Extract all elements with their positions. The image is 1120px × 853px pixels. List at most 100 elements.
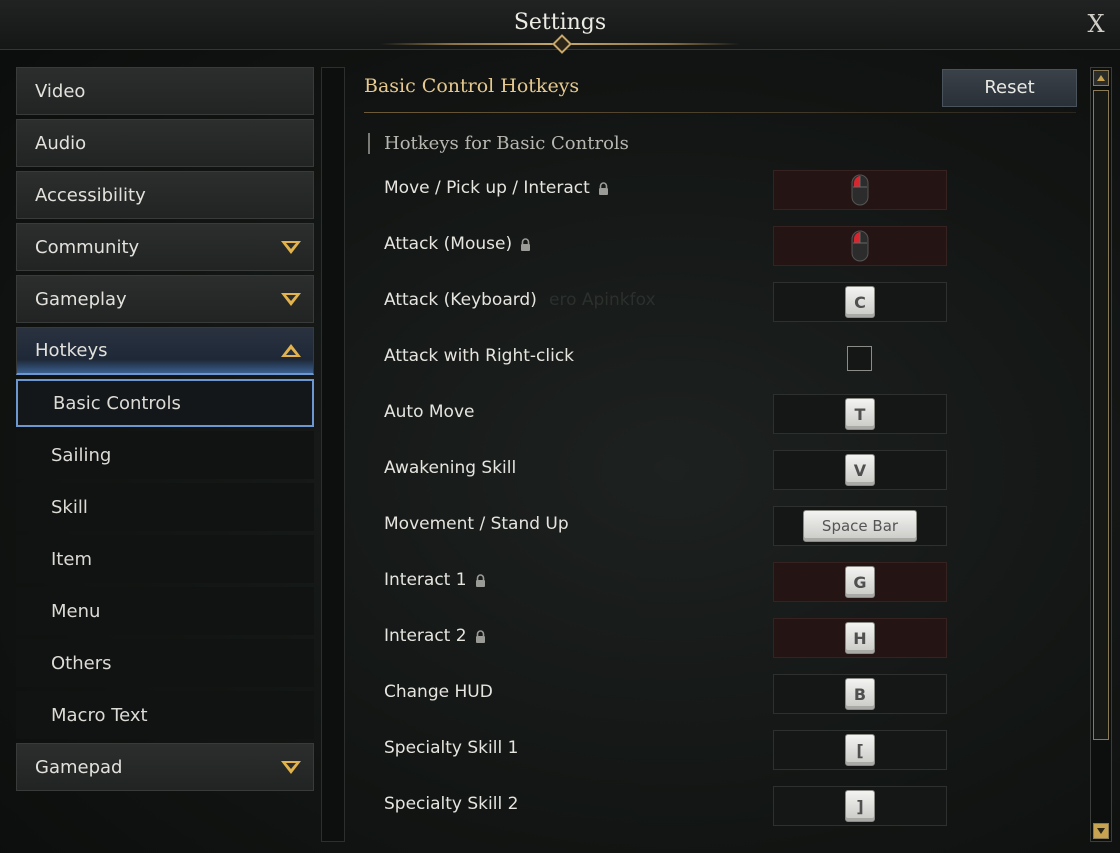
sidebar-item-accessibility[interactable]: Accessibility	[16, 171, 314, 219]
hotkey-binding-slot[interactable]: ]	[773, 786, 947, 826]
chevron-down-icon	[281, 292, 301, 306]
section-title: Basic Control Hotkeys	[364, 75, 580, 97]
hotkey-row: Attack with Right-click	[384, 335, 984, 391]
hotkey-row: Auto Move T	[384, 391, 984, 447]
hotkey-binding-slot[interactable]: H	[773, 618, 947, 658]
sidebar-subitem-sailing[interactable]: Sailing	[16, 431, 314, 479]
lock-icon	[521, 238, 531, 251]
hotkey-label: Specialty Skill 1	[384, 738, 519, 758]
sidebar-subitem-item[interactable]: Item	[16, 535, 314, 583]
left-mouse-button-icon	[851, 230, 869, 262]
sidebar-item-label: Gamepad	[35, 756, 123, 778]
sidebar-item-label: Hotkeys	[35, 340, 108, 361]
hotkey-row: Move / Pick up / Interact	[384, 167, 984, 223]
sidebar-subitem-basic-controls[interactable]: Basic Controls	[16, 379, 314, 427]
hotkey-label: Move / Pick up / Interact	[384, 178, 590, 198]
keycap: B	[845, 678, 875, 710]
hotkey-row: Movement / Stand Up Space Bar	[384, 503, 984, 559]
hotkey-binding-slot[interactable]: [	[773, 730, 947, 770]
sidebar-item-audio[interactable]: Audio	[16, 119, 314, 167]
lock-icon	[475, 574, 485, 587]
hotkey-binding-slot[interactable]: C	[773, 282, 947, 322]
sidebar-subitem-others[interactable]: Others	[16, 639, 314, 687]
hotkey-row: Interact 2 H	[384, 615, 984, 671]
sidebar-subitem-label: Basic Controls	[53, 392, 181, 414]
background-text: ero Apinkfox	[549, 290, 656, 310]
sidebar-subitem-label: Menu	[51, 600, 101, 622]
hotkey-list: Move / Pick up / Interact Attack (Mouse)…	[384, 167, 984, 839]
keycap: Space Bar	[803, 510, 917, 542]
sidebar-subitem-label: Others	[51, 652, 112, 674]
lock-icon	[598, 182, 608, 195]
chevron-up-icon	[281, 344, 301, 357]
sidebar-item-label: Community	[35, 236, 140, 258]
left-mouse-button-icon	[851, 174, 869, 206]
sidebar-item-gamepad[interactable]: Gamepad	[16, 743, 314, 791]
section-divider	[364, 112, 1076, 113]
sidebar-subitem-skill[interactable]: Skill	[16, 483, 314, 531]
keycap: C	[845, 286, 875, 318]
hotkeys-panel: Basic Control Hotkeys Reset Hotkeys for …	[364, 67, 1078, 842]
hotkey-binding-slot[interactable]	[773, 226, 947, 266]
keycap: [	[845, 734, 875, 766]
hotkey-row: Attack (Keyboard) ero Apinkfox C	[384, 279, 984, 335]
sidebar-item-label: Video	[35, 80, 86, 102]
chevron-down-icon	[281, 760, 301, 774]
close-button[interactable]: X	[1082, 8, 1110, 40]
hotkey-binding-slot[interactable]: T	[773, 394, 947, 434]
scroll-thumb[interactable]	[1093, 90, 1109, 740]
lock-icon	[475, 630, 485, 643]
sidebar-subitem-label: Skill	[51, 496, 88, 518]
hotkey-binding-slot[interactable]	[773, 170, 947, 210]
sidebar-subitem-macro-text[interactable]: Macro Text	[16, 691, 314, 739]
sidebar-item-label: Audio	[35, 132, 87, 154]
hotkey-label: Interact 1	[384, 570, 467, 590]
title-gem-ornament	[552, 34, 572, 54]
sidebar-item-community[interactable]: Community	[16, 223, 314, 271]
hotkey-row: Specialty Skill 2 ]	[384, 783, 984, 839]
sidebar-scrollbar[interactable]	[321, 67, 345, 842]
hotkey-row: Interact 1 G	[384, 559, 984, 615]
window-title: Settings	[513, 10, 607, 35]
scroll-up-arrow-icon[interactable]	[1093, 70, 1109, 86]
hotkey-label: Auto Move	[384, 402, 475, 422]
title-bar: Settings X	[0, 0, 1120, 54]
hotkey-label: Interact 2	[384, 626, 467, 646]
hotkey-row: Attack (Mouse)	[384, 223, 984, 279]
hotkey-label: Attack with Right-click	[384, 346, 575, 366]
hotkey-binding-slot[interactable]: G	[773, 562, 947, 602]
hotkey-binding-slot[interactable]: V	[773, 450, 947, 490]
keycap: V	[845, 454, 875, 486]
hotkey-label: Attack (Mouse)	[384, 234, 513, 254]
sidebar-item-video[interactable]: Video	[16, 67, 314, 115]
sidebar-subitem-menu[interactable]: Menu	[16, 587, 314, 635]
hotkey-binding-slot[interactable]: Space Bar	[773, 506, 947, 546]
hotkey-label: Change HUD	[384, 682, 493, 702]
attack-right-click-checkbox[interactable]	[847, 346, 872, 371]
keycap: G	[845, 566, 875, 598]
sidebar-subitem-label: Item	[51, 548, 92, 570]
hotkey-binding-slot[interactable]: B	[773, 674, 947, 714]
hotkey-label: Awakening Skill	[384, 458, 517, 478]
hotkey-row: Specialty Skill 1 [	[384, 727, 984, 783]
sidebar-subitem-label: Macro Text	[51, 704, 148, 726]
hotkey-row: Change HUD B	[384, 671, 984, 727]
sidebar-item-hotkeys[interactable]: Hotkeys	[16, 327, 314, 375]
keycap: T	[845, 398, 875, 430]
hotkey-row: Awakening Skill V	[384, 447, 984, 503]
hotkey-label: Movement / Stand Up	[384, 514, 569, 534]
scroll-down-arrow-icon[interactable]	[1093, 823, 1109, 839]
keycap: ]	[845, 790, 875, 822]
keycap: H	[845, 622, 875, 654]
sidebar-item-label: Accessibility	[35, 184, 146, 206]
sidebar-item-label: Gameplay	[35, 288, 127, 310]
hotkey-label: Specialty Skill 2	[384, 794, 519, 814]
reset-button[interactable]: Reset	[942, 69, 1077, 107]
settings-sidebar: Video Audio Accessibility Community Game…	[16, 67, 314, 795]
chevron-down-icon	[281, 240, 301, 254]
hotkey-label: Attack (Keyboard)	[384, 290, 537, 310]
subsection-heading: Hotkeys for Basic Controls	[368, 133, 629, 154]
sidebar-subitem-label: Sailing	[51, 444, 112, 466]
sidebar-item-gameplay[interactable]: Gameplay	[16, 275, 314, 323]
main-scrollbar[interactable]	[1090, 67, 1112, 842]
